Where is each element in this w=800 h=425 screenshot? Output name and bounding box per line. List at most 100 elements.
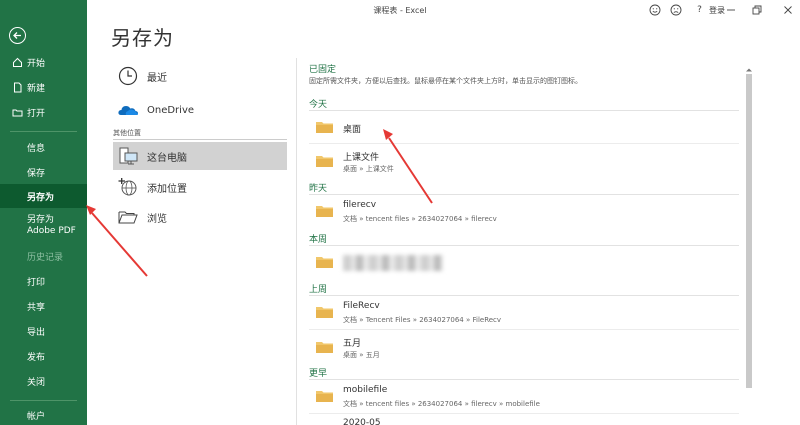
list-scrollbar[interactable] <box>744 60 754 425</box>
nav-label: 打开 <box>27 108 46 119</box>
group-today: 今天 <box>309 100 328 110</box>
nav-save-as[interactable]: 另存为 <box>0 184 87 208</box>
onedrive-cloud-icon <box>117 99 139 121</box>
location-this-pc[interactable]: 这台电脑 <box>113 142 287 170</box>
location-label: 添加位置 <box>147 183 187 195</box>
login-link[interactable]: 登录 <box>709 5 725 16</box>
minimize-icon[interactable] <box>724 3 737 16</box>
folder-icon <box>316 122 333 133</box>
folder-path: 文档 » Tencent Files » 2634027064 » FileRe… <box>343 316 502 324</box>
clock-icon <box>117 65 139 87</box>
pinned-heading: 已固定 <box>309 65 337 75</box>
scroll-thumb[interactable] <box>746 74 752 388</box>
title-bar: 课程表 - Excel 登录 ? <box>87 0 800 20</box>
folder-icon <box>316 307 333 318</box>
location-recent[interactable]: 最近 <box>113 62 287 90</box>
redacted-folder-name <box>343 255 443 271</box>
home-icon <box>12 57 23 68</box>
globe-add-icon <box>117 176 139 198</box>
folder-name: FileRecv <box>343 301 380 311</box>
nav-close[interactable]: 关闭 <box>0 369 87 393</box>
nav-label: 新建 <box>27 83 46 94</box>
nav-label: 打印 <box>27 277 46 288</box>
folder-icon <box>316 391 333 402</box>
folder-name: 桌面 <box>343 125 362 135</box>
folder-name: 上课文件 <box>343 153 380 163</box>
nav-label: 帐户 <box>27 411 46 422</box>
folder-row[interactable] <box>309 245 739 279</box>
nav-info[interactable]: 信息 <box>0 135 87 159</box>
pinned-hint: 固定所需文件夹，方便以后查找。鼠标悬停在某个文件夹上方时，单击显示的图钉图标。 <box>309 77 582 85</box>
new-file-icon <box>12 82 23 93</box>
location-browse[interactable]: 浏览 <box>113 203 287 231</box>
folder-path: 文档 » tencent files » 2634027064 » filere… <box>343 215 497 223</box>
nav-publish[interactable]: 发布 <box>0 344 87 368</box>
back-arrow-icon[interactable] <box>9 27 26 44</box>
folder-path: 桌面 » 五月 <box>343 351 380 359</box>
nav-open[interactable]: 打开 <box>0 100 87 124</box>
folder-icon <box>316 156 333 167</box>
group-this-week: 本周 <box>309 235 328 245</box>
sidebar-divider <box>10 400 77 401</box>
location-label: 浏览 <box>147 213 167 225</box>
folder-icon <box>316 206 333 217</box>
nav-export[interactable]: 导出 <box>0 319 87 343</box>
folder-icon <box>316 342 333 353</box>
folder-name: 五月 <box>343 339 362 349</box>
restore-icon[interactable] <box>750 3 763 16</box>
folder-row[interactable]: 五月 桌面 » 五月 <box>309 330 739 364</box>
nav-label: 另存为 Adobe PDF <box>27 215 76 236</box>
nav-label: 保存 <box>27 168 46 179</box>
nav-label: 信息 <box>27 143 46 154</box>
nav-new[interactable]: 新建 <box>0 75 87 99</box>
nav-save-as-pdf[interactable]: 另存为 Adobe PDF <box>0 211 87 241</box>
nav-share[interactable]: 共享 <box>0 294 87 318</box>
folder-row[interactable]: 桌面 <box>309 110 739 144</box>
scroll-up-icon[interactable] <box>744 60 754 72</box>
computer-icon <box>117 145 139 167</box>
nav-label: 共享 <box>27 302 46 313</box>
folder-row[interactable]: FileRecv 文档 » Tencent Files » 2634027064… <box>309 295 739 329</box>
nav-save[interactable]: 保存 <box>0 160 87 184</box>
window-title: 课程表 - Excel <box>373 6 427 15</box>
nav-label: 关闭 <box>27 377 46 388</box>
smile-feedback-icon[interactable] <box>648 3 661 16</box>
page-title: 另存为 <box>111 26 174 50</box>
nav-label: 历史记录 <box>27 252 64 263</box>
location-label: 这台电脑 <box>147 152 187 164</box>
nav-home[interactable]: 开始 <box>0 50 87 74</box>
folder-open-icon <box>117 206 139 228</box>
location-label: 最近 <box>147 72 167 84</box>
folder-path: 桌面 » 上课文件 <box>343 165 394 173</box>
nav-print[interactable]: 打印 <box>0 269 87 293</box>
group-last-week: 上周 <box>309 285 328 295</box>
backstage-sidebar: 开始 新建 打开 信息 保存 另存为 另存为 Adobe PDF 历史记录 打印… <box>0 0 87 425</box>
location-label: OneDrive <box>147 104 195 116</box>
folder-open-icon <box>12 107 23 118</box>
folder-row[interactable]: mobilefile 文档 » tencent files » 26340270… <box>309 379 739 413</box>
folder-name: 2020-05 <box>343 418 381 425</box>
folder-path: 文档 » tencent files » 2634027064 » filere… <box>343 400 540 408</box>
nav-label: 导出 <box>27 327 46 338</box>
close-window-icon[interactable] <box>781 3 794 16</box>
frown-feedback-icon[interactable] <box>669 3 682 16</box>
nav-label: 发布 <box>27 352 46 363</box>
nav-account[interactable]: 帐户 <box>0 403 87 425</box>
folder-row[interactable]: 上课文件 桌面 » 上课文件 <box>309 144 739 178</box>
location-add-place[interactable]: 添加位置 <box>113 173 287 201</box>
group-older: 更早 <box>309 369 328 379</box>
folder-row[interactable]: 2020-05 <box>309 414 739 425</box>
nav-history: 历史记录 <box>0 244 87 268</box>
folder-icon <box>316 257 333 268</box>
other-locations-label: 其他位置 <box>113 128 287 140</box>
group-yesterday: 昨天 <box>309 184 328 194</box>
folder-name: mobilefile <box>343 385 388 395</box>
nav-label: 另存为 <box>27 192 55 203</box>
sidebar-divider <box>10 131 77 132</box>
folder-name: filerecv <box>343 200 377 210</box>
folder-row[interactable]: filerecv 文档 » tencent files » 2634027064… <box>309 194 739 228</box>
help-icon[interactable]: ? <box>693 3 706 16</box>
location-onedrive[interactable]: OneDrive <box>113 96 287 124</box>
nav-label: 开始 <box>27 58 46 69</box>
column-divider <box>296 58 297 425</box>
